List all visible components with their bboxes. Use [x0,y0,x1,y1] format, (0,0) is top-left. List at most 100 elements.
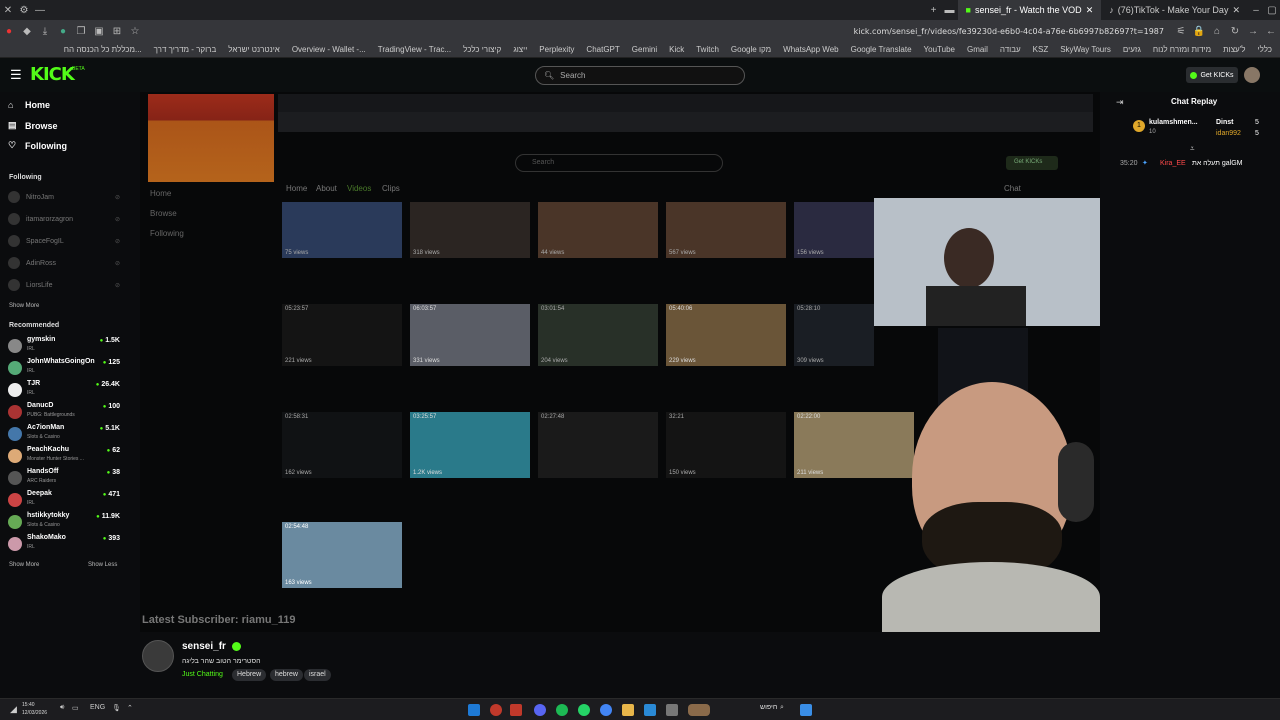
tag-chip[interactable]: hebrew [270,669,303,681]
following-item[interactable]: itamarorzagron ⊘ [8,212,120,226]
app-icon[interactable] [666,704,678,716]
bookmark-item[interactable]: TradingView - Trac... [378,45,451,54]
show-less-recommended[interactable]: Show Less [88,562,117,568]
download-icon[interactable]: ⤓ [36,26,54,37]
folder-icon[interactable] [622,704,634,716]
search-input[interactable]: 🔍︎ Search [535,66,745,85]
get-kicks-button[interactable]: Get KICKs [1186,67,1238,83]
show-more-following[interactable]: Show More [9,303,39,309]
video-player[interactable]: Search Get KICKs Home Browse Following H… [140,92,1100,632]
bookmark-item[interactable]: Overview - Wallet -... [292,45,366,54]
bookmark-item[interactable]: גזעים [1123,45,1141,54]
close-tab-icon[interactable]: ✕ [1232,5,1240,16]
following-item[interactable]: LiorsLife ⊘ [8,278,120,292]
bookmark-item[interactable]: אינטרנט ישראל [228,45,280,54]
tab-tiktok[interactable]: ♪ (76)TikTok - Make Your Day ✕ [1101,0,1248,20]
bookmark-item[interactable]: YouTube [924,45,955,54]
copy-icon[interactable]: ❐ [72,26,90,37]
bookmark-item[interactable]: מידות ומזרח לנוח [1153,45,1211,54]
bookmark-item[interactable]: KSZ [1033,45,1049,54]
bookmark-item[interactable]: מכללת כל הכנסה הח... [64,45,142,54]
top-gifter-name[interactable]: Dinst [1216,119,1234,126]
following-item[interactable]: SpaceFogIL ⊘ [8,234,120,248]
new-tab-icon[interactable]: + [926,5,942,16]
discord-icon[interactable] [534,704,546,716]
sidebar-item-following[interactable]: ♡ Following [8,140,67,151]
streamer-avatar[interactable] [142,640,174,672]
tab-kick-vod[interactable]: ■ sensei_fr - Watch the VOD ✕ [957,0,1102,20]
bookmark-item[interactable]: ברוקר - מדריך דרך [154,45,217,54]
menu-icon[interactable]: ☰ [10,67,22,83]
bookmark-item[interactable]: קיצורי כלכל [463,45,501,54]
bookmark-item[interactable]: ייצוג [513,45,527,54]
extension-icon[interactable]: ● [0,26,18,37]
taskbar-search[interactable]: חיפוש [760,704,777,711]
wifi-icon[interactable]: ◢ [10,704,17,715]
spotify-icon[interactable] [556,704,568,716]
bookmark-item[interactable]: ChatGPT [586,45,619,54]
following-item[interactable]: AdinRoss ⊘ [8,256,120,270]
app-icon[interactable] [510,704,522,716]
extension-icon[interactable]: ● [54,26,72,37]
tag-chip[interactable]: israel [304,669,331,681]
bookmark-item[interactable]: Gmail [967,45,988,54]
tag-chip[interactable]: Hebrew [232,669,267,681]
widgets-icon[interactable] [688,704,710,716]
bookmark-item[interactable]: Perplexity [539,45,574,54]
screenshot-icon[interactable]: ▣ [90,26,108,37]
star-icon[interactable]: ☆ [126,26,144,37]
recommended-item[interactable]: PeachKachuMonster Hunter Stories ...62 [8,446,120,466]
mic-icon[interactable]: 🎙︎ [112,704,121,712]
bookmark-item[interactable]: Twitch [696,45,719,54]
forward-icon[interactable]: → [1244,26,1262,37]
sidebar-item-browse[interactable]: ▤ Browse [8,120,58,131]
extension-icon[interactable]: ⊞ [108,26,126,37]
bookmark-item[interactable]: כללי [1257,45,1272,54]
tune-icon[interactable]: ⚟ [1172,26,1190,37]
stream-category[interactable]: Just Chatting [182,671,223,678]
recommended-item[interactable]: HandsOffARC Raiders38 [8,468,120,488]
recommended-item[interactable]: JohnWhatsGoingOnIRL125 [8,358,120,378]
chevron-up-icon[interactable]: ⌃ [127,704,133,712]
recommended-item[interactable]: hstikkytokkySlots & Casino11.9K [8,512,120,532]
url-field[interactable]: kick.com/sensei_fr/videos/fe39230d-e6b0-… [144,27,1172,36]
bookmark-item[interactable]: Google מקו [731,45,771,54]
windows-start-icon[interactable] [800,704,812,716]
sidebar-item-home[interactable]: ⌂ Home [8,100,50,110]
bookmark-item[interactable]: WhatsApp Web [783,45,838,54]
whatsapp-icon[interactable] [578,704,590,716]
chevron-down-icon[interactable]: ⩡ [1190,144,1195,154]
language-indicator[interactable]: ENG [90,704,105,711]
recommended-item[interactable]: DeepakIRL471 [8,490,120,510]
bookmark-item[interactable]: Kick [669,45,684,54]
user-avatar[interactable] [1244,67,1260,83]
maximize-icon[interactable]: ▢ [1264,5,1280,16]
clock[interactable]: 15:40 12/03/2026 [22,701,47,717]
volume-icon[interactable]: 🔊︎ [60,704,64,712]
minimize-icon[interactable]: ‒ [1248,5,1264,16]
top-gifter-name[interactable]: kulamshmen... [1149,119,1198,126]
home-icon[interactable]: ⌂ [1208,26,1226,37]
top-gifter-name[interactable]: idan992 [1216,130,1241,137]
settings-icon[interactable]: ⚙ [16,5,32,16]
back-icon[interactable]: ← [1262,26,1280,37]
app-icon[interactable] [468,704,480,716]
recommended-item[interactable]: gymskinIRL1.5K [8,336,120,356]
recommended-item[interactable]: TJRIRL26.4K [8,380,120,400]
search-icon[interactable]: ⌕ [780,704,784,712]
more-icon[interactable]: ▬ [942,5,958,16]
kick-logo[interactable]: KICK [30,64,75,85]
battery-icon[interactable]: ▭ [72,704,79,712]
streamer-name[interactable]: sensei_fr [182,641,226,652]
bookmark-item[interactable]: Google Translate [851,45,912,54]
recommended-item[interactable]: Ac7ionManSlots & Casino5.1K [8,424,120,444]
collapse-chat-icon[interactable]: ⇥ [1116,97,1124,108]
chrome-icon[interactable] [600,704,612,716]
bookmark-item[interactable]: SkyWay Tours [1060,45,1111,54]
close-tab-icon[interactable]: ✕ [1086,5,1094,16]
extension-icon[interactable]: ◆ [18,26,36,37]
chat-username[interactable]: Kira_EE [1160,160,1186,167]
following-item[interactable]: NitroJam ⊘ [8,190,120,204]
reload-icon[interactable]: ↻ [1226,26,1244,37]
recommended-item[interactable]: DanucDPUBG: Battlegrounds100 [8,402,120,422]
